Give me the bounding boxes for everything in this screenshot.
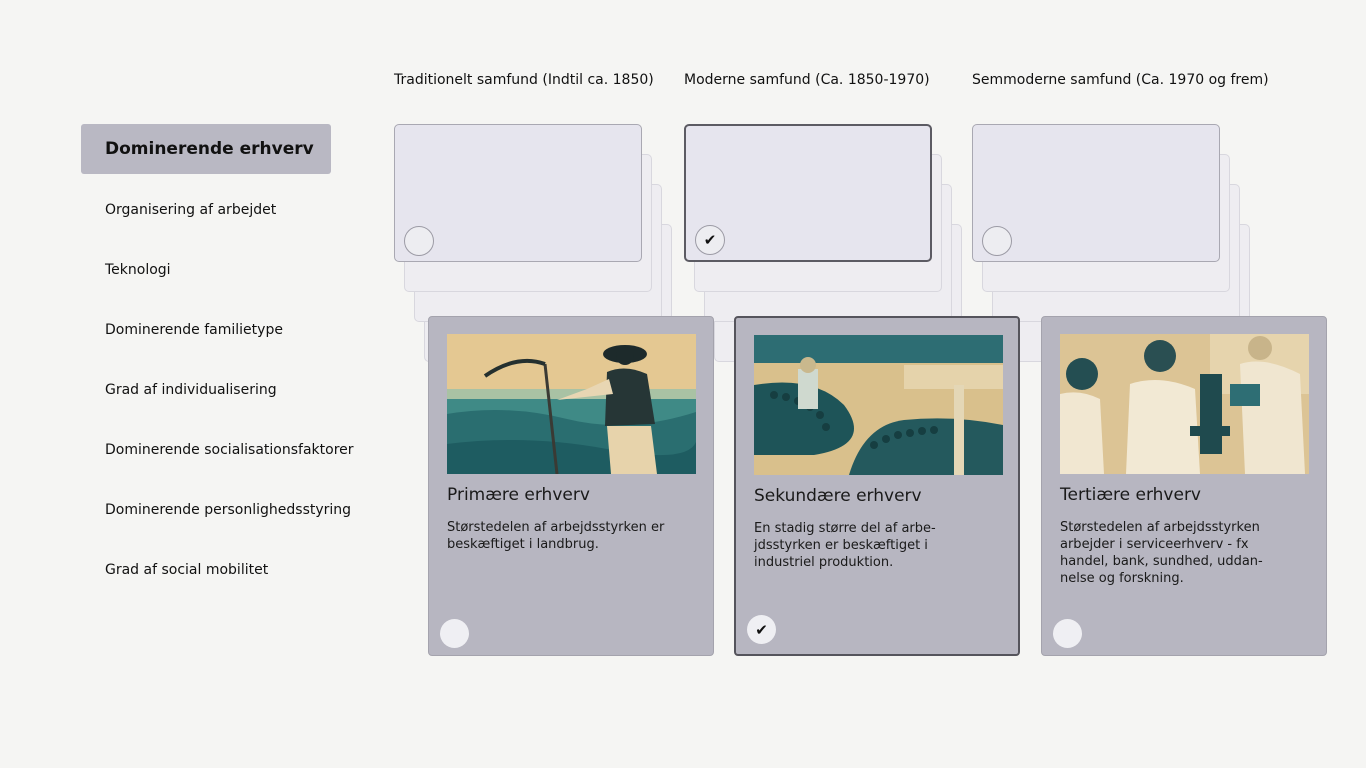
dropzone-modern[interactable]: ✔ [684,124,932,262]
radio-button[interactable] [982,226,1012,256]
answer-card-secondary[interactable]: Sekundære erhverv En stadig større del a… [734,316,1020,656]
sidebar-item-social-mobilitet[interactable]: Grad af social mobilitet [105,562,268,578]
answer-card-tertiary[interactable]: Tertiære erhverv Størstedelen af arbejds… [1041,316,1327,656]
column-header-semimodern: Semmoderne samfund (Ca. 1970 og frem) [972,72,1269,88]
sidebar-item-teknologi[interactable]: Teknologi [105,262,171,278]
card-description: Størstedelen af arbejdsstyrken er beskæf… [447,520,665,552]
laboratory-scientists-photo [1060,334,1309,474]
card-title: Primære erhverv [447,485,590,505]
sidebar-item-familietype[interactable]: Dominerende familietype [105,322,283,338]
column-header-modern: Moderne samfund (Ca. 1850-1970) [684,72,930,88]
factory-bottle-line-photo [754,335,1003,475]
dropzone-traditional[interactable] [394,124,642,262]
radio-button[interactable] [1053,619,1082,648]
checkmark-icon: ✔ [703,231,717,249]
column-header-traditional: Traditionelt samfund (Indtil ca. 1850) [394,72,654,88]
sidebar-item-personlighedsstyring[interactable]: Dominerende personlighedsstyring [105,502,351,518]
sidebar-item-dominerende-erhverv[interactable]: Dominerende erhverv [81,124,331,174]
card-title: Sekundære erhverv [754,486,922,506]
radio-button-checked[interactable]: ✔ [695,225,725,255]
sidebar-item-label: Dominerende erhverv [105,139,314,159]
radio-button[interactable] [404,226,434,256]
card-description: En stadig større del af arbe-jdsstyrken … [754,521,936,570]
answer-card-primary[interactable]: Primære erhverv Størstedelen af arbejdss… [428,316,714,656]
radio-button-checked[interactable]: ✔ [747,615,776,644]
sidebar-item-organisering[interactable]: Organisering af arbejdet [105,202,276,218]
checkmark-icon: ✔ [755,620,768,639]
farmer-with-scythe-photo [447,334,696,474]
sidebar-item-individualisering[interactable]: Grad af individualisering [105,382,277,398]
radio-button[interactable] [440,619,469,648]
dropzone-semimodern[interactable] [972,124,1220,262]
sidebar-item-socialisationsfaktorer[interactable]: Dominerende socialisationsfaktorer [105,442,354,458]
card-description: Størstedelen af arbejdsstyrken arbejder … [1060,520,1263,586]
card-title: Tertiære erhverv [1060,485,1201,505]
